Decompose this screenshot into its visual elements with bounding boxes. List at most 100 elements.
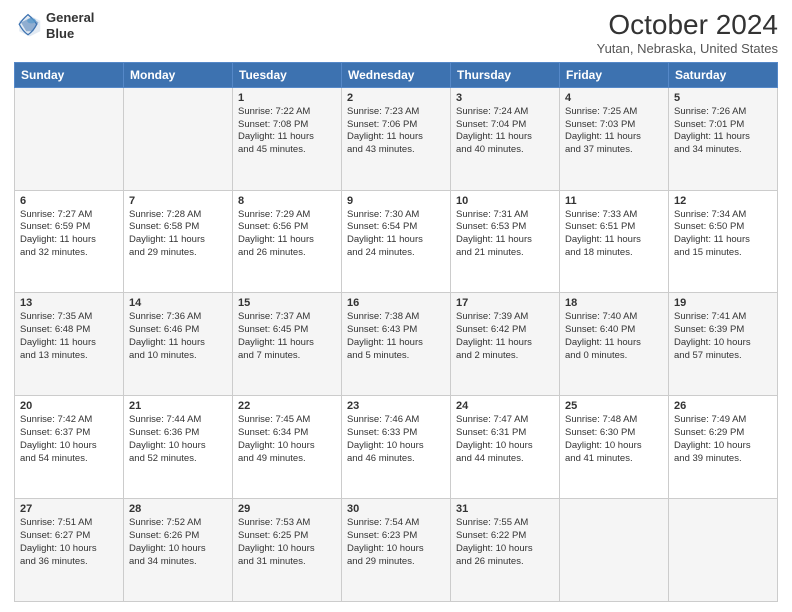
day-info: Sunrise: 7:49 AM Sunset: 6:29 PM Dayligh… <box>674 414 772 465</box>
calendar-cell: 4 Sunrise: 7:25 AM Sunset: 7:03 PM Daylig… <box>560 87 669 190</box>
calendar-day-header: Monday <box>124 62 233 87</box>
calendar-week-row: 6 Sunrise: 7:27 AM Sunset: 6:59 PM Daylig… <box>15 190 778 293</box>
calendar-cell: 13 Sunrise: 7:35 AM Sunset: 6:48 PM Dayli… <box>15 293 124 396</box>
day-number: 24 <box>456 400 554 412</box>
day-info: Sunrise: 7:41 AM Sunset: 6:39 PM Dayligh… <box>674 311 772 362</box>
day-info: Sunrise: 7:29 AM Sunset: 6:56 PM Dayligh… <box>238 209 336 260</box>
calendar-cell: 26 Sunrise: 7:49 AM Sunset: 6:29 PM Dayli… <box>669 396 778 499</box>
calendar-cell: 21Sunrise: 7:44 AM Sunset: 6:36 PM Dayli… <box>124 396 233 499</box>
calendar-cell: 19Sunrise: 7:41 AM Sunset: 6:39 PM Dayli… <box>669 293 778 396</box>
logo: General Blue <box>14 10 94 41</box>
day-info: Sunrise: 7:31 AM Sunset: 6:53 PM Dayligh… <box>456 209 554 260</box>
calendar-cell: 8 Sunrise: 7:29 AM Sunset: 6:56 PM Daylig… <box>233 190 342 293</box>
calendar-cell <box>560 499 669 602</box>
calendar-cell: 31 Sunrise: 7:55 AM Sunset: 6:22 PM Dayli… <box>451 499 560 602</box>
day-info: Sunrise: 7:42 AM Sunset: 6:37 PM Dayligh… <box>20 414 118 465</box>
logo-line2: Blue <box>46 26 94 42</box>
day-number: 26 <box>674 400 772 412</box>
day-info: Sunrise: 7:35 AM Sunset: 6:48 PM Dayligh… <box>20 311 118 362</box>
calendar-cell: 11Sunrise: 7:33 AM Sunset: 6:51 PM Dayli… <box>560 190 669 293</box>
calendar-cell <box>669 499 778 602</box>
day-number: 8 <box>238 195 336 207</box>
day-number: 29 <box>238 503 336 515</box>
calendar-table: SundayMondayTuesdayWednesdayThursdayFrid… <box>14 62 778 602</box>
day-info: Sunrise: 7:38 AM Sunset: 6:43 PM Dayligh… <box>347 311 445 362</box>
day-number: 28 <box>129 503 227 515</box>
calendar-cell: 24 Sunrise: 7:47 AM Sunset: 6:31 PM Dayli… <box>451 396 560 499</box>
day-number: 1 <box>238 92 336 104</box>
calendar-day-header: Thursday <box>451 62 560 87</box>
day-info: Sunrise: 7:26 AM Sunset: 7:01 PM Dayligh… <box>674 106 772 157</box>
calendar-cell: 15 Sunrise: 7:37 AM Sunset: 6:45 PM Dayli… <box>233 293 342 396</box>
calendar-cell: 10 Sunrise: 7:31 AM Sunset: 6:53 PM Dayli… <box>451 190 560 293</box>
calendar-day-header: Saturday <box>669 62 778 87</box>
calendar-cell: 16Sunrise: 7:38 AM Sunset: 6:43 PM Dayli… <box>342 293 451 396</box>
calendar-cell: 22Sunrise: 7:45 AM Sunset: 6:34 PM Dayli… <box>233 396 342 499</box>
day-info: Sunrise: 7:28 AM Sunset: 6:58 PM Dayligh… <box>129 209 227 260</box>
day-info: Sunrise: 7:51 AM Sunset: 6:27 PM Dayligh… <box>20 517 118 568</box>
day-number: 9 <box>347 195 445 207</box>
day-info: Sunrise: 7:55 AM Sunset: 6:22 PM Dayligh… <box>456 517 554 568</box>
calendar-week-row: 13 Sunrise: 7:35 AM Sunset: 6:48 PM Dayli… <box>15 293 778 396</box>
day-info: Sunrise: 7:39 AM Sunset: 6:42 PM Dayligh… <box>456 311 554 362</box>
calendar-day-header: Tuesday <box>233 62 342 87</box>
day-info: Sunrise: 7:25 AM Sunset: 7:03 PM Dayligh… <box>565 106 663 157</box>
calendar-cell: 29Sunrise: 7:53 AM Sunset: 6:25 PM Dayli… <box>233 499 342 602</box>
day-number: 31 <box>456 503 554 515</box>
logo-line1: General <box>46 10 94 26</box>
day-number: 6 <box>20 195 118 207</box>
day-number: 14 <box>129 297 227 309</box>
day-info: Sunrise: 7:40 AM Sunset: 6:40 PM Dayligh… <box>565 311 663 362</box>
day-info: Sunrise: 7:30 AM Sunset: 6:54 PM Dayligh… <box>347 209 445 260</box>
calendar-cell: 30Sunrise: 7:54 AM Sunset: 6:23 PM Dayli… <box>342 499 451 602</box>
calendar-cell <box>15 87 124 190</box>
day-number: 20 <box>20 400 118 412</box>
calendar-week-row: 27Sunrise: 7:51 AM Sunset: 6:27 PM Dayli… <box>15 499 778 602</box>
calendar-cell: 23 Sunrise: 7:46 AM Sunset: 6:33 PM Dayli… <box>342 396 451 499</box>
calendar-day-header: Sunday <box>15 62 124 87</box>
calendar-cell: 1 Sunrise: 7:22 AM Sunset: 7:08 PM Daylig… <box>233 87 342 190</box>
calendar-cell: 28 Sunrise: 7:52 AM Sunset: 6:26 PM Dayli… <box>124 499 233 602</box>
day-info: Sunrise: 7:44 AM Sunset: 6:36 PM Dayligh… <box>129 414 227 465</box>
calendar-week-row: 20 Sunrise: 7:42 AM Sunset: 6:37 PM Dayli… <box>15 396 778 499</box>
day-info: Sunrise: 7:52 AM Sunset: 6:26 PM Dayligh… <box>129 517 227 568</box>
calendar-cell: 9 Sunrise: 7:30 AM Sunset: 6:54 PM Daylig… <box>342 190 451 293</box>
day-info: Sunrise: 7:22 AM Sunset: 7:08 PM Dayligh… <box>238 106 336 157</box>
calendar-cell: 6 Sunrise: 7:27 AM Sunset: 6:59 PM Daylig… <box>15 190 124 293</box>
day-number: 13 <box>20 297 118 309</box>
main-title: October 2024 <box>597 10 778 41</box>
day-number: 15 <box>238 297 336 309</box>
calendar-header-row: SundayMondayTuesdayWednesdayThursdayFrid… <box>15 62 778 87</box>
day-info: Sunrise: 7:46 AM Sunset: 6:33 PM Dayligh… <box>347 414 445 465</box>
calendar-cell: 12Sunrise: 7:34 AM Sunset: 6:50 PM Dayli… <box>669 190 778 293</box>
day-number: 12 <box>674 195 772 207</box>
subtitle: Yutan, Nebraska, United States <box>597 41 778 56</box>
calendar-cell: 17Sunrise: 7:39 AM Sunset: 6:42 PM Dayli… <box>451 293 560 396</box>
calendar-cell: 7 Sunrise: 7:28 AM Sunset: 6:58 PM Daylig… <box>124 190 233 293</box>
day-number: 22 <box>238 400 336 412</box>
day-number: 7 <box>129 195 227 207</box>
day-number: 10 <box>456 195 554 207</box>
calendar-cell: 14Sunrise: 7:36 AM Sunset: 6:46 PM Dayli… <box>124 293 233 396</box>
day-info: Sunrise: 7:54 AM Sunset: 6:23 PM Dayligh… <box>347 517 445 568</box>
calendar-cell: 2Sunrise: 7:23 AM Sunset: 7:06 PM Daylig… <box>342 87 451 190</box>
calendar-cell: 3Sunrise: 7:24 AM Sunset: 7:04 PM Daylig… <box>451 87 560 190</box>
calendar-cell <box>124 87 233 190</box>
calendar-cell: 27Sunrise: 7:51 AM Sunset: 6:27 PM Dayli… <box>15 499 124 602</box>
day-info: Sunrise: 7:47 AM Sunset: 6:31 PM Dayligh… <box>456 414 554 465</box>
logo-text: General Blue <box>46 10 94 41</box>
day-info: Sunrise: 7:48 AM Sunset: 6:30 PM Dayligh… <box>565 414 663 465</box>
day-info: Sunrise: 7:23 AM Sunset: 7:06 PM Dayligh… <box>347 106 445 157</box>
calendar-cell: 18Sunrise: 7:40 AM Sunset: 6:40 PM Dayli… <box>560 293 669 396</box>
calendar-cell: 20 Sunrise: 7:42 AM Sunset: 6:37 PM Dayli… <box>15 396 124 499</box>
day-info: Sunrise: 7:33 AM Sunset: 6:51 PM Dayligh… <box>565 209 663 260</box>
calendar-cell: 5Sunrise: 7:26 AM Sunset: 7:01 PM Daylig… <box>669 87 778 190</box>
day-info: Sunrise: 7:24 AM Sunset: 7:04 PM Dayligh… <box>456 106 554 157</box>
day-info: Sunrise: 7:37 AM Sunset: 6:45 PM Dayligh… <box>238 311 336 362</box>
calendar-cell: 25Sunrise: 7:48 AM Sunset: 6:30 PM Dayli… <box>560 396 669 499</box>
calendar-week-row: 1 Sunrise: 7:22 AM Sunset: 7:08 PM Daylig… <box>15 87 778 190</box>
page: General Blue October 2024 Yutan, Nebrask… <box>0 0 792 612</box>
day-info: Sunrise: 7:27 AM Sunset: 6:59 PM Dayligh… <box>20 209 118 260</box>
day-number: 4 <box>565 92 663 104</box>
day-number: 23 <box>347 400 445 412</box>
